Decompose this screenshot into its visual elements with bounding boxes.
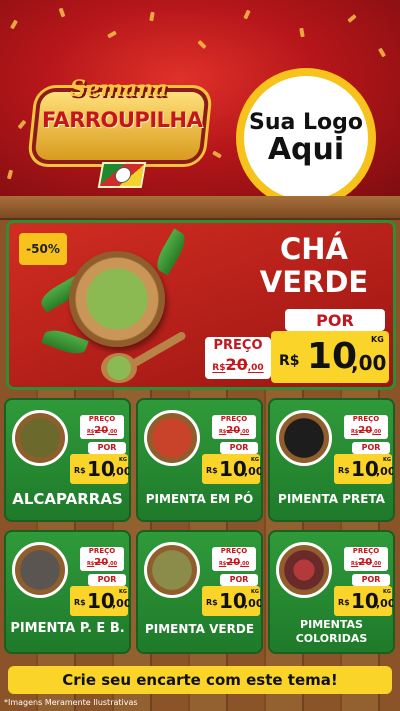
old-price-box: PREÇO R$20,00	[80, 415, 124, 439]
tea-leaf-icon	[152, 228, 190, 276]
por-label: POR	[220, 442, 258, 454]
banner-main-text: FARROUPILHA	[42, 108, 203, 132]
product-name-line-1: PIMENTAS	[300, 618, 363, 631]
new-price-box: R$ 10,00 KG	[334, 586, 393, 616]
price-currency: R$	[279, 353, 300, 369]
banner-top-text: Semana	[70, 76, 168, 102]
new-price-box: R$ 10 ,00 KG	[271, 331, 389, 383]
new-price-box: R$ 10,00 KG	[202, 454, 261, 484]
new-price-box: R$ 10,00 KG	[70, 586, 129, 616]
featured-title-line-1: CHÁ	[280, 232, 348, 266]
old-price: R$20,00	[212, 355, 264, 374]
pimenta-em-po-image	[144, 410, 200, 466]
header-banner: Semana FARROUPILHA Sua Logo Aqui	[0, 0, 400, 196]
logo-line-2: Aqui	[267, 131, 345, 167]
new-price-box: R$ 10,00 KG	[70, 454, 129, 484]
product-name: PIMENTA VERDE	[144, 622, 255, 636]
por-label: POR	[220, 574, 258, 586]
cta-banner[interactable]: Crie seu encarte com este tema!	[8, 666, 392, 694]
preco-label: PREÇO	[213, 338, 263, 353]
por-label: POR	[88, 442, 126, 454]
old-price-box: PREÇO R$20,00	[205, 337, 271, 379]
pimenta-preta-image	[276, 410, 332, 466]
old-price-box: PREÇO R$20,00	[212, 415, 256, 439]
old-price-box: PREÇO R$20,00	[344, 547, 388, 571]
product-card-pimenta-em-po: PREÇO R$20,00 POR R$ 10,00 KG PIMENTA EM PÓ	[136, 398, 263, 522]
featured-title-line-2: VERDE	[259, 265, 369, 300]
product-name: PIMENTA PRETA	[278, 492, 385, 506]
pimentas-coloridas-image	[276, 542, 332, 598]
por-label: POR	[352, 574, 390, 586]
green-tea-bowl-image	[69, 251, 165, 347]
old-price-box: PREÇO R$20,00	[212, 547, 256, 571]
old-price-box: PREÇO R$20,00	[344, 415, 388, 439]
por-label: POR	[352, 442, 390, 454]
new-price-box: R$ 10,00 KG	[334, 454, 393, 484]
product-card-pimenta-verde: PREÇO R$20,00 POR R$ 10,00 KG PIMENTA VERDE	[136, 530, 263, 654]
featured-product-card: -50% CHÁ VERDE POR PREÇO R$20,00 R$ 10 ,…	[6, 220, 396, 390]
featured-title: CHÁ VERDE	[239, 232, 389, 300]
product-card-pimenta-preta: PREÇO R$20,00 POR R$ 10,00 KG PIMENTA PRETA	[268, 398, 395, 522]
product-card-alcaparras: PREÇO R$20,00 POR R$ 10,00 KG ALCAPARRAS	[4, 398, 131, 522]
logo-placeholder: Sua Logo Aqui	[236, 68, 376, 196]
alcaparras-image	[12, 410, 68, 466]
por-label: POR	[88, 574, 126, 586]
pimenta-verde-image	[144, 542, 200, 598]
price-integer: 10	[307, 336, 358, 377]
disclaimer-text: *Imagens Meramente Ilustrativas	[4, 698, 138, 707]
price-unit: KG	[371, 335, 384, 344]
por-label: POR	[285, 309, 385, 331]
semana-farroupilha-logo: Semana FARROUPILHA	[30, 70, 210, 188]
product-name: PIMENTA P. E B.	[10, 621, 125, 636]
logo-line-1: Sua Logo	[248, 109, 363, 135]
discount-badge: -50%	[19, 233, 67, 265]
product-name-line-2: COLORIDAS	[295, 632, 368, 645]
product-name: ALCAPARRAS	[12, 490, 123, 508]
old-price-box: PREÇO R$20,00	[80, 547, 124, 571]
green-tea-spoon-image	[101, 353, 137, 383]
wood-plank	[0, 196, 400, 220]
product-name: PIMENTAS COLORIDAS	[270, 618, 393, 646]
product-card-pimentas-coloridas: PREÇO R$20,00 POR R$ 10,00 KG PIMENTAS COLO…	[268, 530, 395, 654]
product-name: PIMENTA EM PÓ	[145, 492, 254, 506]
price-decimal: ,00	[351, 351, 387, 375]
rio-grande-flag-icon	[97, 162, 147, 188]
new-price-box: R$ 10,00 KG	[202, 586, 261, 616]
pimenta-p-e-b-image	[12, 542, 68, 598]
product-card-pimenta-p-e-b: PREÇO R$20,00 POR R$ 10,00 KG PIMENTA P. E …	[4, 530, 131, 654]
